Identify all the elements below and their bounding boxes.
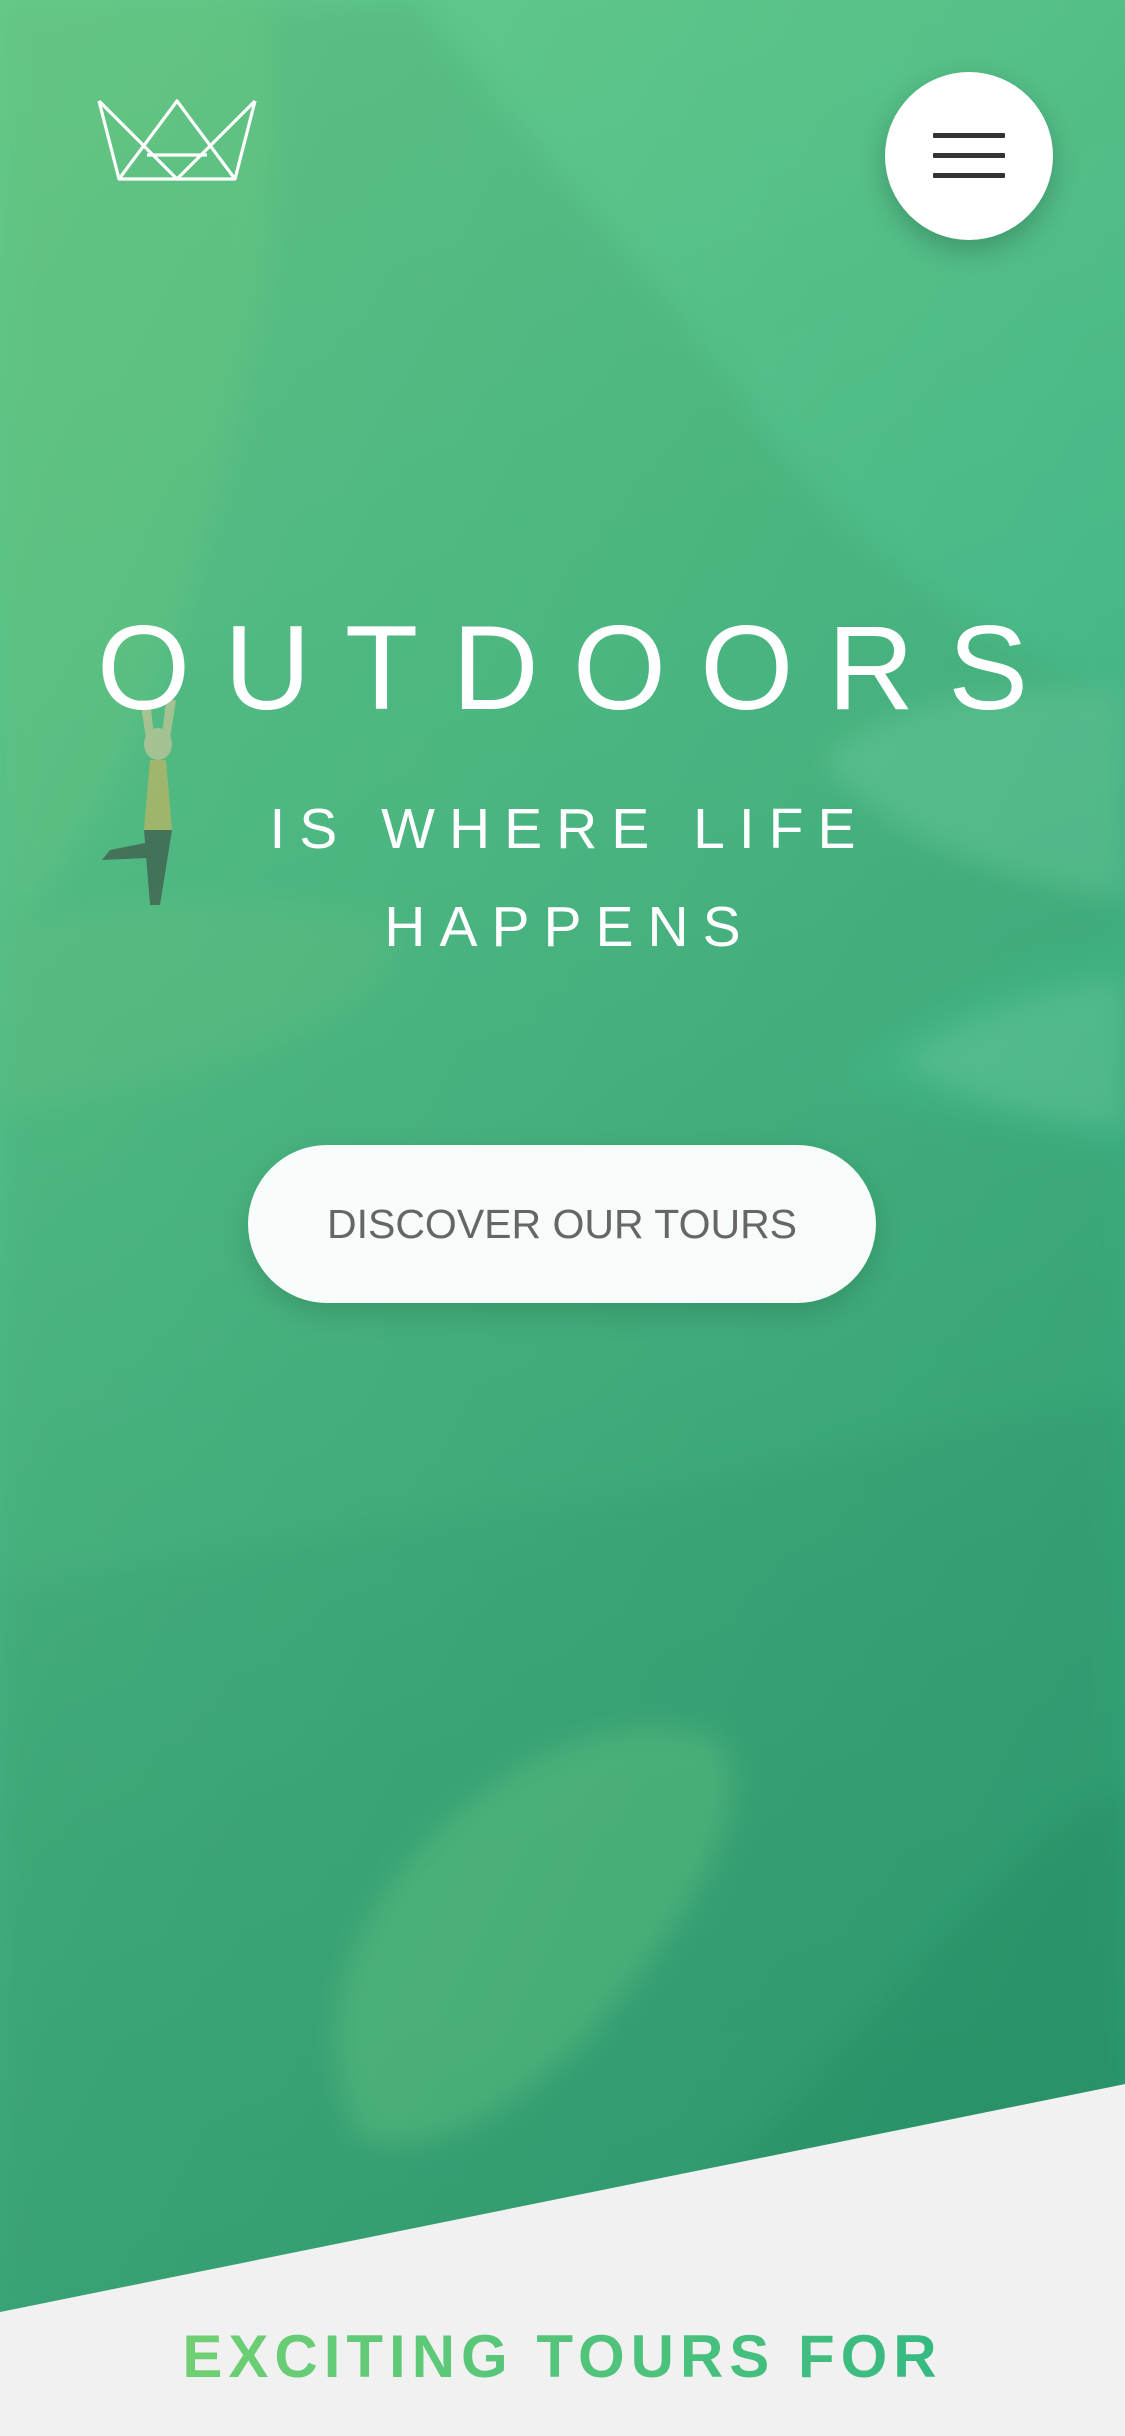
landing-page: OUTDOORS IS WHERE LIFE HAPPENS DISCOVER …	[0, 0, 1125, 2436]
discover-tours-button[interactable]: DISCOVER OUR TOURS	[248, 1145, 876, 1303]
crown-icon[interactable]	[95, 95, 260, 185]
hero-headline: OUTDOORS IS WHERE LIFE HAPPENS	[0, 600, 1125, 976]
hero-section: OUTDOORS IS WHERE LIFE HAPPENS DISCOVER …	[0, 0, 1125, 2312]
section-heading: EXCITING TOURS FOR	[0, 2322, 1125, 2392]
headline-sub: IS WHERE LIFE HAPPENS	[269, 797, 870, 959]
hamburger-menu-icon	[933, 133, 1005, 179]
menu-button[interactable]	[885, 72, 1053, 240]
headline-main: OUTDOORS	[96, 601, 1063, 735]
